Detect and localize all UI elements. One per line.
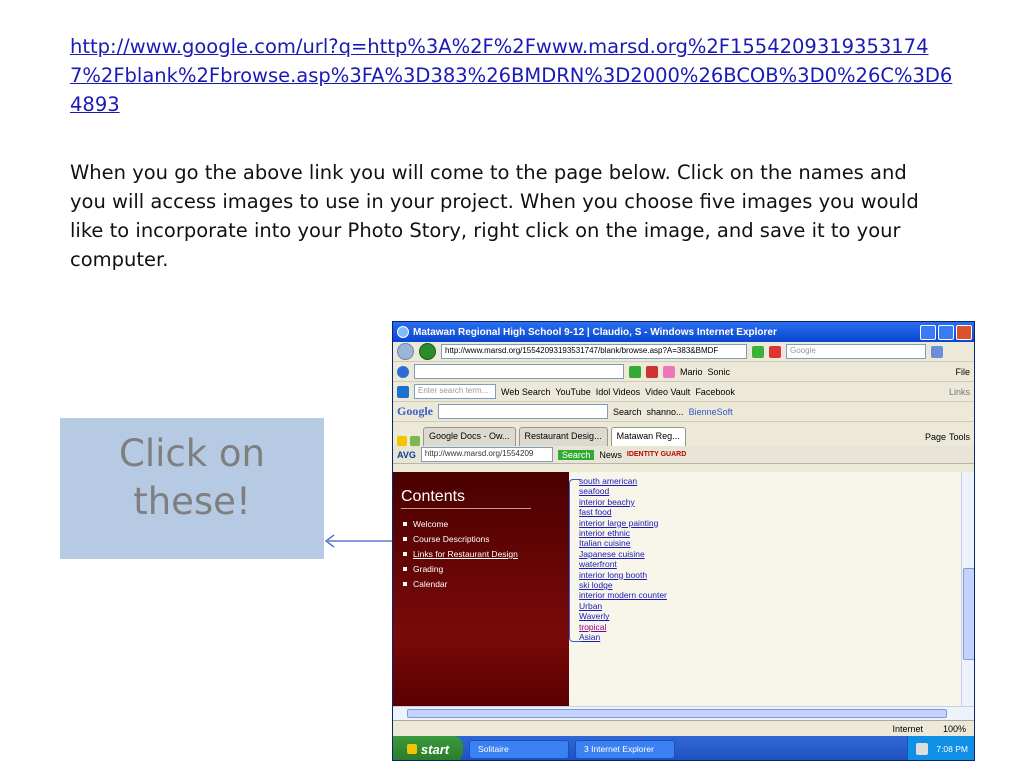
address-input[interactable]: http://www.marsd.org/15542093193531747/b…	[441, 344, 747, 359]
links-brace	[569, 479, 581, 642]
source-url-link[interactable]: http://www.google.com/url?q=http%3A%2F%2…	[70, 32, 955, 119]
game2-icon[interactable]	[663, 365, 675, 378]
forward-button[interactable]	[419, 343, 436, 360]
page-content: Contents Welcome Course Descriptions Lin…	[393, 472, 974, 706]
link-asian[interactable]: Asian	[579, 632, 966, 642]
task-internet-explorer[interactable]: 3 Internet Explorer	[575, 739, 675, 759]
contents-title: Contents	[401, 488, 531, 509]
shanno-button[interactable]: shanno...	[647, 407, 684, 417]
menu-links-restaurant-design[interactable]: Links for Restaurant Design	[401, 549, 561, 559]
news-button[interactable]: News	[599, 450, 622, 460]
google-toolbar-logo: Google	[397, 404, 433, 418]
stop-icon[interactable]	[769, 345, 781, 358]
ie-logo-icon	[397, 326, 409, 338]
video-vault-button[interactable]: Video Vault	[645, 387, 690, 397]
biennesoft-link[interactable]: BienneSoft	[689, 407, 733, 417]
windows-logo-icon	[406, 744, 417, 754]
horizontal-scrollbar[interactable]	[393, 706, 974, 720]
link-ski-lodge[interactable]: ski lodge	[579, 580, 966, 590]
toolbar-search-input[interactable]: Enter search term...	[414, 384, 496, 399]
page-menu[interactable]: Page	[925, 432, 946, 446]
task-solitaire[interactable]: Solitaire	[469, 739, 569, 759]
contents-sidebar: Contents Welcome Course Descriptions Lin…	[393, 472, 569, 706]
menu-calendar[interactable]: Calendar	[401, 579, 561, 589]
vertical-scrollbar[interactable]	[961, 472, 974, 706]
link-south-american[interactable]: south american	[579, 476, 966, 486]
window-title: Matawan Regional High School 9-12 | Clau…	[413, 326, 777, 338]
link-italian-cuisine[interactable]: Italian cuisine	[579, 538, 966, 548]
windows-taskbar: start Solitaire 3 Internet Explorer 7:08…	[393, 736, 974, 760]
link-interior-ethnic[interactable]: interior ethnic	[579, 528, 966, 538]
browser-screenshot: Matawan Regional High School 9-12 | Clau…	[392, 321, 975, 761]
links-label[interactable]: Links	[949, 387, 970, 397]
link-interior-beachy[interactable]: interior beachy	[579, 497, 966, 507]
avg-url-input[interactable]: http://www.marsd.org/1554209	[420, 447, 553, 462]
refresh-icon[interactable]	[752, 345, 764, 358]
aol-icon[interactable]	[397, 385, 409, 398]
search-icon[interactable]	[931, 345, 943, 358]
go-icon[interactable]	[629, 365, 641, 378]
zoom-level[interactable]: 100%	[943, 724, 966, 734]
close-button[interactable]	[956, 324, 972, 340]
link-waterfront[interactable]: waterfront	[579, 559, 966, 569]
identity-guard-button[interactable]: IDENTITY GUARD	[627, 451, 686, 458]
status-bar: Internet 100%	[393, 720, 974, 736]
link-urban[interactable]: Urban	[579, 601, 966, 611]
click-callout-box: Click on these!	[60, 418, 324, 559]
mario-link[interactable]: Mario	[680, 367, 703, 377]
start-label: start	[420, 741, 450, 757]
toolbar-input[interactable]	[414, 364, 624, 379]
link-fast-food[interactable]: fast food	[579, 507, 966, 517]
favorites-star-icon[interactable]	[397, 436, 407, 446]
link-tropical[interactable]: tropical	[579, 622, 966, 632]
menu-welcome[interactable]: Welcome	[401, 519, 561, 529]
web-search-button[interactable]: Web Search	[501, 387, 550, 397]
maximize-button[interactable]	[938, 324, 954, 340]
toolbar-1: Mario Sonic File	[393, 362, 974, 382]
callout-text: Click on these!	[118, 432, 265, 523]
game-icon[interactable]	[646, 365, 658, 378]
idol-videos-button[interactable]: Idol Videos	[596, 387, 640, 397]
toolbar-2: Enter search term... Web Search YouTube …	[393, 382, 974, 402]
instructions-text: When you go the above link you will come…	[70, 161, 919, 271]
horizontal-scroll-thumb[interactable]	[407, 709, 947, 718]
window-titlebar: Matawan Regional High School 9-12 | Clau…	[393, 322, 974, 342]
back-button[interactable]	[397, 343, 414, 360]
google-search-button[interactable]: Search	[613, 407, 642, 417]
tab-matawan[interactable]: Matawan Reg...	[610, 427, 686, 446]
menu-course-descriptions[interactable]: Course Descriptions	[401, 534, 561, 544]
link-seafood[interactable]: seafood	[579, 486, 966, 496]
toolbar-3: Google Search shanno... BienneSoft	[393, 402, 974, 422]
link-waverly[interactable]: Waverly	[579, 611, 966, 621]
facebook-button[interactable]: Facebook	[695, 387, 735, 397]
avg-search-button[interactable]: Search	[557, 449, 595, 460]
link-interior-long-booth[interactable]: interior long booth	[579, 570, 966, 580]
minimize-button[interactable]	[920, 324, 936, 340]
clock: 7:08 PM	[936, 744, 968, 754]
tab-google-docs[interactable]: Google Docs - Ow...	[423, 427, 516, 446]
link-interior-large-painting[interactable]: interior large painting	[579, 518, 966, 528]
add-favorites-icon[interactable]	[410, 436, 420, 446]
tab-strip: Google Docs - Ow... Restaurant Desig... …	[393, 422, 974, 446]
link-interior-modern-counter[interactable]: interior modern counter	[579, 590, 966, 600]
start-button[interactable]: start	[393, 736, 463, 760]
search-input[interactable]: Google	[786, 344, 926, 359]
tab-restaurant-design[interactable]: Restaurant Desig...	[518, 427, 608, 446]
tray-icons	[916, 743, 929, 755]
toolbar-logo-icon[interactable]	[397, 365, 409, 378]
scroll-thumb[interactable]	[963, 568, 974, 660]
menu-grading[interactable]: Grading	[401, 564, 561, 574]
avg-logo: AVG	[397, 449, 416, 460]
tools-menu[interactable]: Tools	[949, 432, 970, 446]
links-panel: south american seafood interior beachy f…	[569, 472, 974, 706]
google-toolbar-input[interactable]	[438, 404, 608, 419]
sonic-link[interactable]: Sonic	[708, 367, 731, 377]
system-tray: 7:08 PM	[907, 736, 974, 760]
link-japanese-cuisine[interactable]: Japanese cuisine	[579, 549, 966, 559]
avg-toolbar: AVG http://www.marsd.org/1554209 Search …	[393, 446, 974, 464]
youtube-button[interactable]: YouTube	[555, 387, 590, 397]
file-menu[interactable]: File	[955, 367, 970, 377]
internet-zone-label: Internet	[892, 723, 923, 734]
address-bar-row: http://www.marsd.org/15542093193531747/b…	[393, 342, 974, 362]
